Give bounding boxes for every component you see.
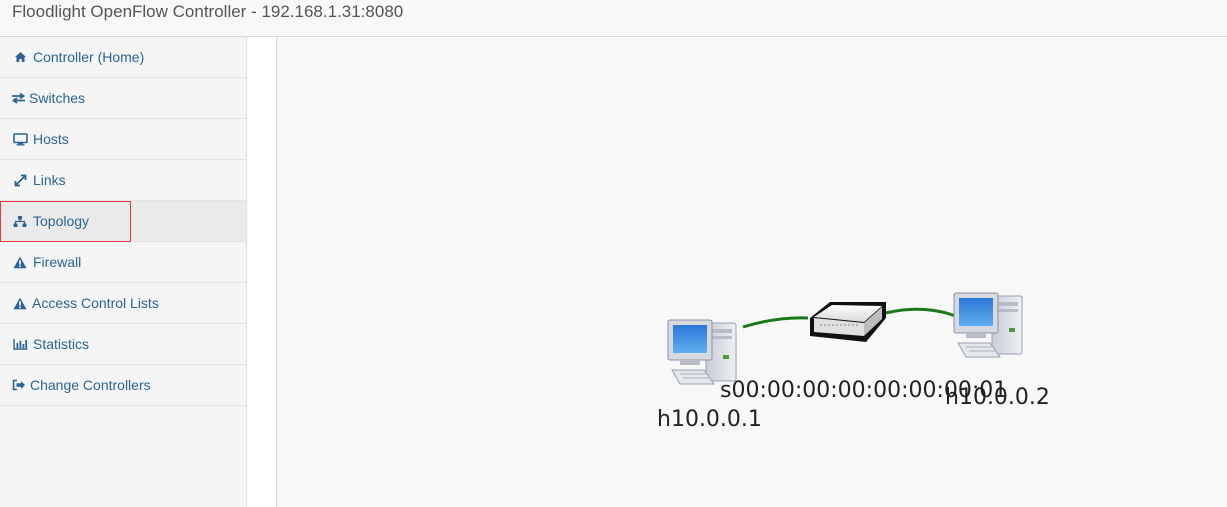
computer-icon[interactable] [667,319,737,385]
sidebar-item-topology[interactable]: Topology [0,201,246,242]
sidebar-item-change-controllers[interactable]: Change Controllers [0,365,246,406]
sidebar: Controller (Home) Switches Hosts Links T… [0,37,247,507]
host-label: h10.0.0.2 [945,385,1050,410]
bar-chart-icon [12,337,28,351]
topology-link [742,316,809,329]
page-title: Floodlight OpenFlow Controller - 192.168… [12,2,404,21]
desktop-icon [12,132,28,146]
warning-icon [12,255,28,269]
sidebar-item-label: Controller (Home) [33,49,145,65]
home-icon [12,50,28,64]
sidebar-item-label: Hosts [33,131,69,147]
warning-icon [12,296,28,310]
topology-graph[interactable] [278,37,1227,507]
sidebar-item-label: Firewall [33,254,82,270]
sidebar-item-label: Change Controllers [30,377,151,393]
sidebar-item-firewall[interactable]: Firewall [0,242,246,283]
sidebar-item-statistics[interactable]: Statistics [0,324,246,365]
exchange-icon [10,91,26,105]
sidebar-item-controller-home[interactable]: Controller (Home) [0,37,246,78]
resize-icon [12,173,28,187]
sidebar-item-label: Topology [33,213,90,229]
sidebar-item-switches[interactable]: Switches [0,78,246,119]
sitemap-icon [12,214,28,228]
host-label: h10.0.0.1 [657,407,762,432]
sidebar-item-label: Links [33,172,66,188]
app-header: Floodlight OpenFlow Controller - 192.168… [0,0,1227,37]
sidebar-item-label: Switches [29,90,86,106]
sidebar-item-hosts[interactable]: Hosts [0,119,246,160]
topology-canvas[interactable]: h10.0.0.1 s00:00:00:00:00:00:00:01 h10.0… [278,37,1227,507]
switch-icon[interactable] [810,302,886,342]
sidebar-item-label: Statistics [33,336,90,352]
sidebar-item-access-control-lists[interactable]: Access Control Lists [0,283,246,324]
sidebar-item-label: Access Control Lists [32,295,159,311]
sign-out-icon [11,378,27,392]
sidebar-item-links[interactable]: Links [0,160,246,201]
content-gutter [248,37,277,507]
computer-icon[interactable] [953,292,1023,358]
